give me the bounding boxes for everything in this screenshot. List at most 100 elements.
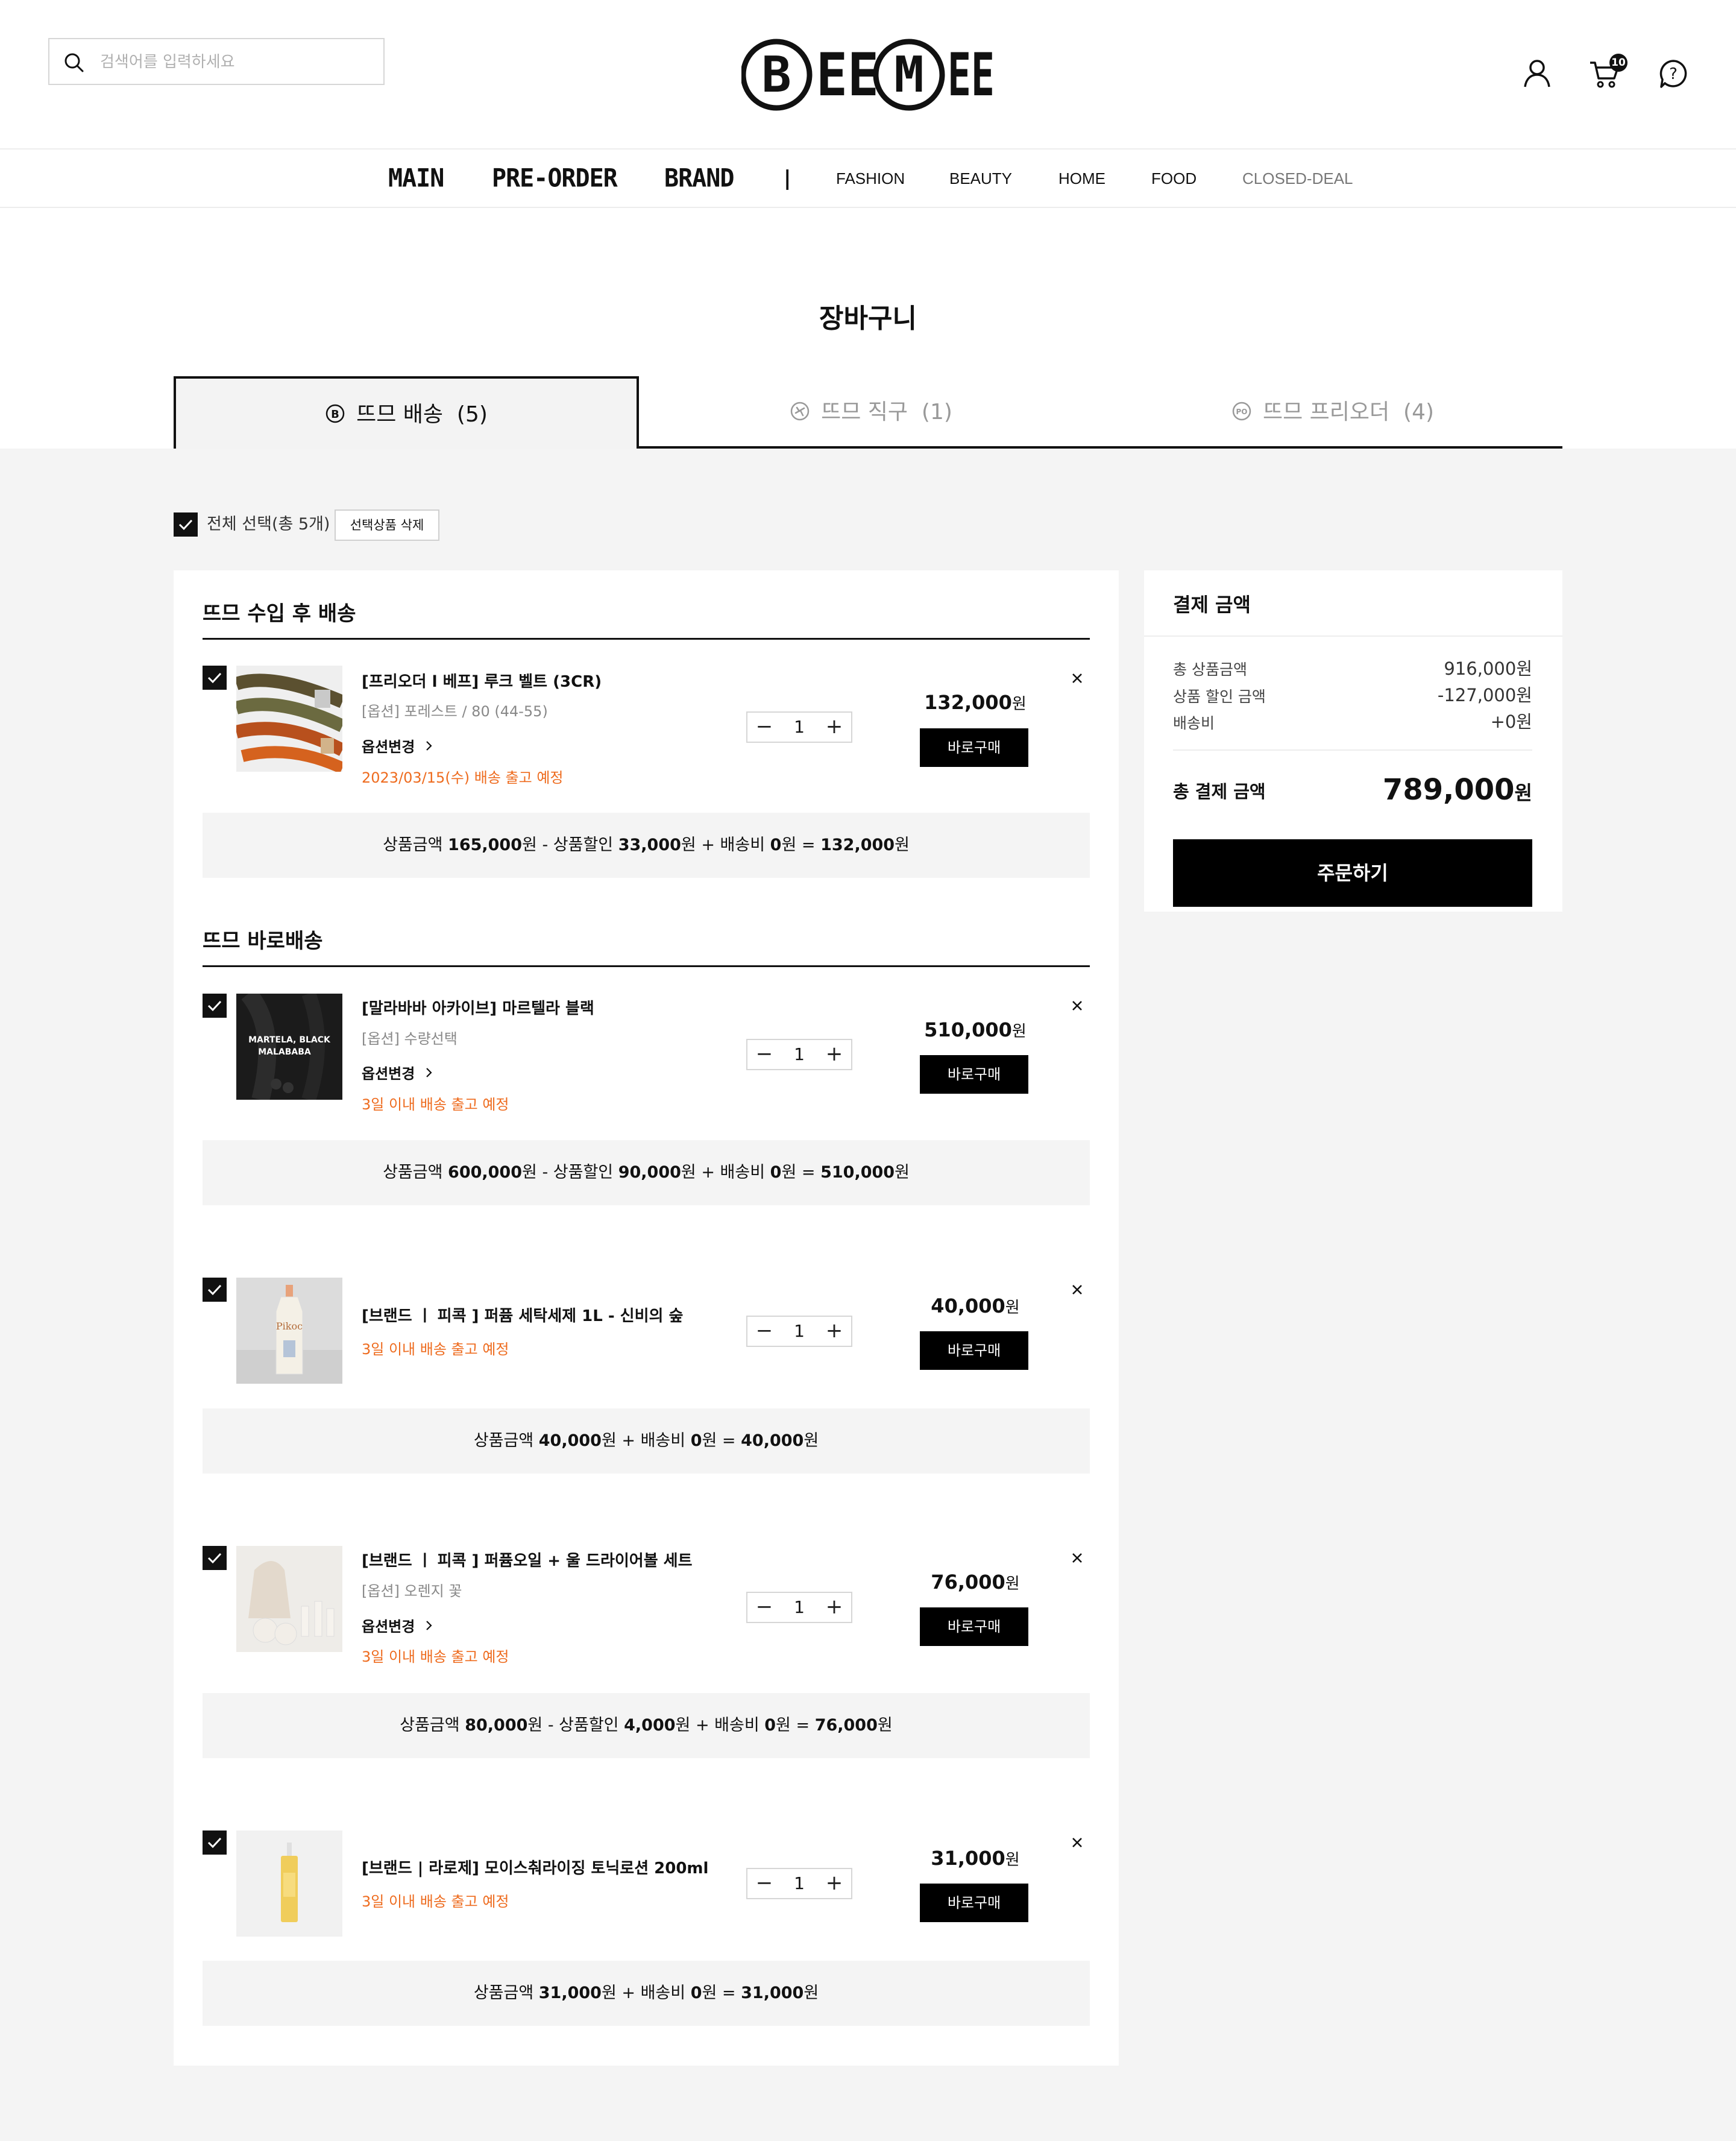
summary-value-discount: -127,000원 [1437, 685, 1532, 705]
buy-now-button[interactable]: 바로구매 [920, 1331, 1028, 1370]
tab-beemee-direct[interactable]: 뜨므 직구 (1) [639, 376, 1103, 449]
product-image-oil-set[interactable] [236, 1546, 342, 1652]
option-change-label: 옵션변경 [362, 1618, 415, 1635]
quantity-value[interactable]: 1 [781, 1317, 817, 1346]
summary-label-discount: 상품 할인 금액 [1173, 688, 1266, 705]
thumb-text: MALABABA [258, 1047, 311, 1057]
buy-now-button[interactable]: 바로구매 [920, 1607, 1028, 1646]
quantity-stepper[interactable]: −1 + [746, 1316, 852, 1347]
remove-item-icon[interactable] [1068, 669, 1086, 687]
option-change-label: 옵션변경 [362, 739, 415, 755]
summary-label-shipping: 배송비 [1173, 714, 1215, 732]
nav-closed-deal[interactable]: CLOSED-DEAL [1242, 150, 1353, 207]
nav-beauty[interactable]: BEAUTY [949, 150, 1012, 207]
buy-now-button[interactable]: 바로구매 [920, 728, 1028, 767]
beemee-logo[interactable]: B EE M EE [741, 37, 995, 112]
nav-pre-order[interactable]: PRE-ORDER [492, 148, 618, 209]
quantity-stepper[interactable]: −1 + [746, 1039, 852, 1070]
product-image-detergent[interactable]: Pikoc [236, 1278, 342, 1384]
group-title: 뜨므 바로배송 [203, 929, 323, 953]
payment-summary-title: 결제 금액 [1173, 593, 1251, 616]
quantity-plus-button[interactable]: + [817, 1869, 851, 1898]
product-image-belt[interactable] [236, 666, 342, 772]
summary-label-subtotal: 총 상품금액 [1173, 661, 1247, 678]
cart-count-badge: 10 [1609, 54, 1628, 72]
group-title: 뜨므 수입 후 배송 [203, 602, 356, 626]
select-all-checkbox[interactable] [174, 512, 198, 537]
quantity-value[interactable]: 1 [781, 713, 817, 742]
item-checkbox[interactable] [203, 666, 227, 690]
check-icon [207, 1553, 222, 1564]
group-divider [203, 638, 1090, 640]
item-checkbox[interactable] [203, 1278, 227, 1302]
product-name[interactable]: [브랜드 | 라로제] 모이스춰라이징 토닉로션 200ml [362, 1856, 708, 1878]
item-checkbox[interactable] [203, 994, 227, 1018]
user-icon[interactable] [1521, 58, 1553, 89]
nav-food[interactable]: FOOD [1151, 150, 1197, 207]
tab-beemee-delivery[interactable]: B 뜨므 배송 (5) [174, 376, 639, 449]
summary-value-subtotal: 916,000원 [1444, 658, 1532, 679]
quantity-minus-button[interactable]: − [747, 713, 781, 742]
nav-fashion[interactable]: FASHION [836, 150, 905, 207]
option-change-link[interactable]: 옵션변경 [362, 735, 433, 756]
quantity-value[interactable]: 1 [781, 1869, 817, 1898]
product-name[interactable]: [프리오더 l 베프] 루크 벨트 (3CR) [362, 669, 602, 692]
quantity-minus-button[interactable]: − [747, 1869, 781, 1898]
quantity-minus-button[interactable]: − [747, 1593, 781, 1622]
quantity-stepper[interactable]: −1 + [746, 1868, 852, 1899]
remove-item-icon[interactable] [1068, 1834, 1086, 1852]
search-input[interactable] [99, 49, 366, 75]
item-price: 510,000원 [924, 1018, 1027, 1041]
svg-text:EE: EE [948, 41, 995, 110]
chevron-right-icon [426, 1068, 432, 1077]
svg-text:PO: PO [1236, 408, 1247, 416]
remove-item-icon[interactable] [1068, 1281, 1086, 1299]
shipping-date: 3일 이내 배송 출고 예정 [362, 1341, 509, 1358]
item-checkbox[interactable] [203, 1830, 227, 1855]
product-image-martela[interactable]: MARTELA, BLACK MALABABA [236, 994, 342, 1100]
product-image-tonic-lotion[interactable] [236, 1830, 342, 1937]
product-option: [옵션] 수량선택 [362, 1030, 458, 1047]
quantity-value[interactable]: 1 [781, 1040, 817, 1069]
quantity-stepper[interactable]: −1 + [746, 711, 852, 743]
buy-now-button[interactable]: 바로구매 [920, 1055, 1028, 1094]
nav-home[interactable]: HOME [1058, 150, 1105, 207]
product-name[interactable]: [말라바바 아카이브] 마르텔라 블랙 [362, 996, 594, 1018]
quantity-plus-button[interactable]: + [817, 713, 851, 742]
quantity-plus-button[interactable]: + [817, 1040, 851, 1069]
option-change-label: 옵션변경 [362, 1065, 415, 1082]
svg-text:M: M [894, 46, 923, 104]
quantity-stepper[interactable]: −1 + [746, 1592, 852, 1623]
remove-item-icon[interactable] [1068, 1549, 1086, 1567]
product-option: [옵션] 포레스트 / 80 (44-55) [362, 703, 548, 720]
search-icon[interactable] [63, 51, 86, 74]
item-price: 40,000원 [931, 1294, 1020, 1317]
tab-count: (1) [921, 400, 952, 424]
quantity-minus-button[interactable]: − [747, 1040, 781, 1069]
page-title: 장바구니 [819, 303, 917, 334]
buy-now-button[interactable]: 바로구매 [920, 1884, 1028, 1922]
quantity-minus-button[interactable]: − [747, 1317, 781, 1346]
help-chat-icon[interactable]: ? [1659, 59, 1688, 89]
option-change-link[interactable]: 옵션변경 [362, 1062, 433, 1083]
select-all-label: 전체 선택(총 5개) [207, 515, 330, 534]
quantity-plus-button[interactable]: + [817, 1593, 851, 1622]
delete-selected-button[interactable]: 선택상품 삭제 [335, 509, 439, 541]
option-change-link[interactable]: 옵션변경 [362, 1615, 433, 1636]
check-icon [207, 1837, 222, 1849]
shipping-date: 3일 이내 배송 출고 예정 [362, 1096, 509, 1113]
tab-label: 뜨므 직구 [821, 400, 908, 424]
remove-item-icon[interactable] [1068, 997, 1086, 1015]
quantity-value[interactable]: 1 [781, 1593, 817, 1622]
nav-brand[interactable]: BRAND [664, 148, 734, 209]
quantity-plus-button[interactable]: + [817, 1317, 851, 1346]
order-button[interactable]: 주문하기 [1173, 839, 1532, 907]
product-name[interactable]: [브랜드 ㅣ 피콕 ] 퍼퓸 세탁세제 1L - 신비의 숲 [362, 1304, 683, 1326]
tab-count: (5) [456, 402, 488, 427]
search-box[interactable] [48, 38, 385, 85]
nav-main[interactable]: MAIN [388, 148, 444, 209]
tab-beemee-preorder[interactable]: PO 뜨므 프리오더 (4) [1103, 376, 1562, 449]
total-payment-label: 총 결제 금액 [1173, 781, 1266, 802]
item-checkbox[interactable] [203, 1546, 227, 1570]
product-name[interactable]: [브랜드 ㅣ 피콕 ] 퍼퓸오일 + 울 드라이어볼 세트 [362, 1548, 693, 1571]
